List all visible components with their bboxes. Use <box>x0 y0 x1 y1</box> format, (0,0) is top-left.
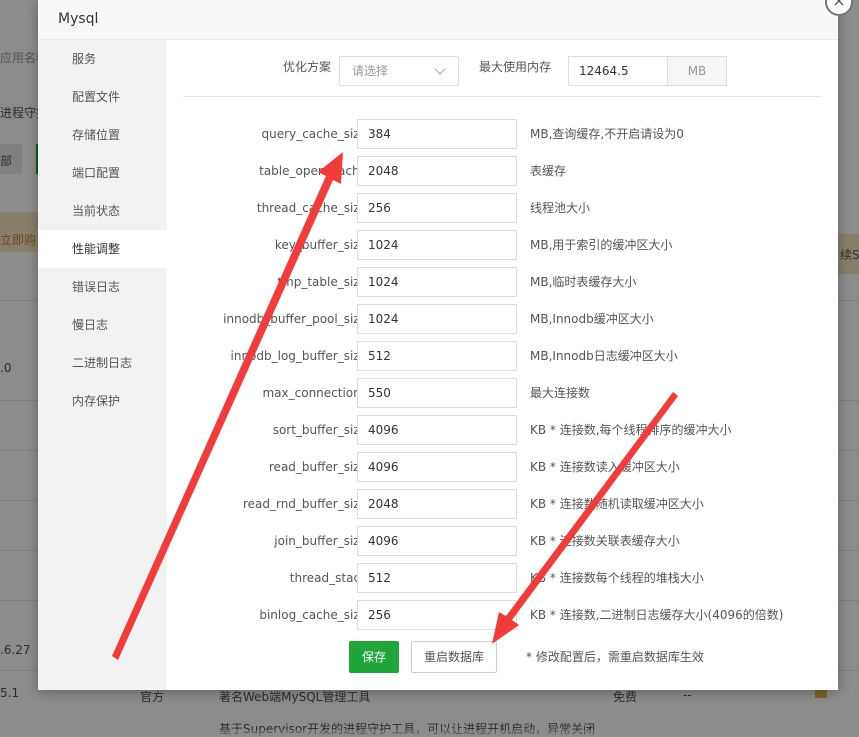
param-key: innodb_buffer_pool_size <box>223 312 367 326</box>
param-row: read_buffer_size 4096 KB * 连接数读入缓冲区大小 <box>167 452 838 482</box>
param-row: key_buffer_size 1024 MB,用于索引的缓冲区大小 <box>167 230 838 260</box>
param-description: KB * 连接数随机读取缓冲区大小 <box>530 497 704 511</box>
param-value-input[interactable]: 4096 <box>357 415 517 445</box>
param-description: KB * 连接数读入缓冲区大小 <box>530 460 680 474</box>
sidebar-item[interactable]: 当前状态 <box>38 192 167 230</box>
param-value-input[interactable]: 1024 <box>357 267 517 297</box>
param-row: join_buffer_size 4096 KB * 连接数关联表缓存大小 <box>167 526 838 556</box>
param-key: query_cache_size <box>261 127 367 141</box>
param-description: MB,查询缓存,不开启请设为0 <box>530 127 684 141</box>
performance-panel: 优化方案 请选择 最大使用内存 12464.5 MB query_cache_s… <box>167 40 838 690</box>
sidebar-item[interactable]: 二进制日志 <box>38 344 167 382</box>
param-key: thread_stack <box>289 571 367 585</box>
param-value-input[interactable]: 4096 <box>357 526 517 556</box>
param-value-input[interactable]: 512 <box>357 563 517 593</box>
restart-database-button[interactable]: 重启数据库 <box>411 641 497 673</box>
param-value-input[interactable]: 2048 <box>357 489 517 519</box>
sidebar-item[interactable]: 存储位置 <box>38 116 167 154</box>
max-mem-label: 最大使用内存 <box>479 60 552 74</box>
param-description: KB * 连接数,每个线程排序的缓冲大小 <box>530 423 732 437</box>
param-value-input[interactable]: 256 <box>357 600 517 630</box>
sidebar-item[interactable]: 配置文件 <box>38 78 167 116</box>
param-key: join_buffer_size <box>274 534 367 548</box>
divider <box>183 96 821 97</box>
chevron-down-icon <box>434 63 446 75</box>
param-row: thread_stack 512 KB * 连接数每个线程的堆栈大小 <box>167 563 838 593</box>
param-key: table_open_cache <box>259 164 367 178</box>
optimize-label: 优化方案 <box>283 60 332 74</box>
optimize-select-placeholder: 请选择 <box>352 64 389 78</box>
param-row: table_open_cache 2048 表缓存 <box>167 156 838 186</box>
param-row: tmp_table_size 1024 MB,临时表缓存大小 <box>167 267 838 297</box>
param-value-input[interactable]: 512 <box>357 341 517 371</box>
sidebar-item[interactable]: 端口配置 <box>38 154 167 192</box>
param-description: MB,Innodb缓冲区大小 <box>530 312 654 326</box>
param-value-input[interactable]: 384 <box>357 119 517 149</box>
sidebar-item[interactable]: 慢日志 <box>38 306 167 344</box>
modal-title: Mysql <box>38 0 838 40</box>
optimize-select[interactable]: 请选择 <box>339 56 459 86</box>
param-key: thread_cache_size <box>256 201 367 215</box>
param-key: key_buffer_size <box>274 238 367 252</box>
param-row: sort_buffer_size 4096 KB * 连接数,每个线程排序的缓冲大小 <box>167 415 838 445</box>
modal-sidebar: 服务 配置文件 存储位置 端口配置 当前状态 性能调整 错误日志 慢日志 二进制日志 内存保护 <box>38 40 167 690</box>
param-value-input[interactable]: 1024 <box>357 304 517 334</box>
param-row: innodb_log_buffer_size 512 MB,Innodb日志缓冲区大… <box>167 341 838 371</box>
sidebar-item[interactable]: 服务 <box>38 40 167 78</box>
sidebar-item[interactable]: 性能调整 <box>38 230 167 268</box>
param-description: KB * 连接数关联表缓存大小 <box>530 534 680 548</box>
param-description: MB,临时表缓存大小 <box>530 275 637 289</box>
param-description: 线程池大小 <box>530 201 591 215</box>
sidebar-item[interactable]: 错误日志 <box>38 268 167 306</box>
param-value-input[interactable]: 4096 <box>357 452 517 482</box>
param-description: 表缓存 <box>530 164 567 178</box>
param-key: max_connections <box>262 386 367 400</box>
param-row: innodb_buffer_pool_size 1024 MB,Innodb缓冲区大… <box>167 304 838 334</box>
param-description: MB,用于索引的缓冲区大小 <box>530 238 673 252</box>
param-value-input[interactable]: 1024 <box>357 230 517 260</box>
param-key: tmp_table_size <box>277 275 367 289</box>
param-row: max_connections 550 最大连接数 <box>167 378 838 408</box>
param-key: binlog_cache_size <box>259 608 367 622</box>
param-key: read_rnd_buffer_size <box>242 497 367 511</box>
param-row: read_rnd_buffer_size 2048 KB * 连接数随机读取缓冲区大… <box>167 489 838 519</box>
param-row: thread_cache_size 256 线程池大小 <box>167 193 838 223</box>
sidebar-item[interactable]: 内存保护 <box>38 382 167 420</box>
param-key: read_buffer_size <box>268 460 367 474</box>
save-button[interactable]: 保存 <box>349 641 399 673</box>
param-key: sort_buffer_size <box>272 423 367 437</box>
param-value-input[interactable]: 2048 <box>357 156 517 186</box>
param-description: KB * 连接数每个线程的堆栈大小 <box>530 571 704 585</box>
param-description: KB * 连接数,二进制日志缓存大小(4096的倍数) <box>530 608 784 622</box>
max-mem-input[interactable]: 12464.5 <box>568 56 668 86</box>
param-description: MB,Innodb日志缓冲区大小 <box>530 349 678 363</box>
param-row: binlog_cache_size 256 KB * 连接数,二进制日志缓存大小(4… <box>167 600 838 630</box>
param-description: 最大连接数 <box>530 386 591 400</box>
restart-note: * 修改配置后，需重启数据库生效 <box>526 650 704 664</box>
max-mem-unit: MB <box>667 56 727 86</box>
param-row: query_cache_size 384 MB,查询缓存,不开启请设为0 <box>167 119 838 149</box>
param-value-input[interactable]: 550 <box>357 378 517 408</box>
mysql-modal: Mysql 服务 配置文件 存储位置 端口配置 当前状态 性能调整 错误日志 慢日志 二进制日志… <box>38 0 838 690</box>
param-value-input[interactable]: 256 <box>357 193 517 223</box>
param-key: innodb_log_buffer_size <box>230 349 368 363</box>
